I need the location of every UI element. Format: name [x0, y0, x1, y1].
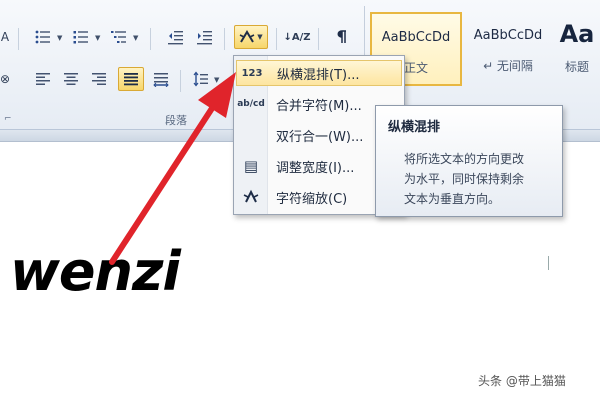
numbering-icon[interactable]: [70, 26, 92, 48]
bullets-dropdown-icon[interactable]: ▼: [57, 34, 62, 42]
show-hide-marks-icon[interactable]: [330, 26, 352, 48]
separator: [150, 28, 151, 50]
separator: [276, 28, 277, 50]
align-center-icon[interactable]: [60, 68, 82, 90]
bullets-icon[interactable]: [32, 26, 54, 48]
tooltip: 纵横混排 将所选文本的方向更改 为水平，同时保持剩余 文本为垂直方向。: [375, 105, 563, 217]
paragraph-group-label: 段落: [165, 114, 187, 127]
text-cursor: [548, 256, 549, 270]
tooltip-body: 将所选文本的方向更改 为水平，同时保持剩余 文本为垂直方向。: [404, 152, 525, 206]
menu-item-horizontal-in-vertical[interactable]: 123 纵横混排(T)...: [236, 60, 402, 86]
chinese-layout-button[interactable]: ▼: [234, 25, 268, 49]
separator: [224, 28, 225, 50]
paragraph-dialog-launcher-icon[interactable]: ⌐: [4, 114, 12, 124]
numbering-dropdown-icon[interactable]: ▼: [95, 34, 100, 42]
two-lines-in-one-icon: [236, 124, 266, 146]
fit-text-icon: ▤: [243, 157, 259, 175]
font-dialog-glyph[interactable]: A: [0, 26, 16, 48]
watermark: 头条 @带上猫猫: [478, 374, 566, 388]
separator: [318, 28, 319, 50]
separator: [180, 70, 181, 92]
separator: [18, 28, 19, 50]
decrease-indent-icon[interactable]: [165, 26, 187, 48]
multilevel-list-icon[interactable]: [108, 26, 130, 48]
line-spacing-icon[interactable]: [190, 68, 212, 90]
character-scaling-icon: [236, 186, 266, 208]
document-text[interactable]: wenzi: [10, 240, 181, 303]
style-no-spacing[interactable]: AaBbCcDd ↵ 无间隔: [462, 12, 554, 86]
horizontal-in-vertical-icon: 123: [241, 67, 263, 79]
align-right-icon[interactable]: [88, 68, 110, 90]
sort-icon[interactable]: ↓A/Z: [283, 26, 310, 48]
encircle-char-glyph[interactable]: ⊗: [0, 68, 16, 90]
justify-button[interactable]: [118, 67, 144, 91]
align-left-icon[interactable]: [32, 68, 54, 90]
line-spacing-dropdown-icon[interactable]: ▼: [214, 76, 219, 84]
combine-characters-icon: ab/cd: [237, 98, 265, 109]
tooltip-title: 纵横混排: [388, 120, 441, 135]
distributed-align-icon[interactable]: [150, 68, 172, 90]
chinese-layout-dropdown-icon: ▼: [257, 33, 263, 41]
increase-indent-icon[interactable]: [194, 26, 216, 48]
multilevel-dropdown-icon[interactable]: ▼: [133, 34, 138, 42]
style-heading[interactable]: Aa 标题: [554, 12, 600, 86]
